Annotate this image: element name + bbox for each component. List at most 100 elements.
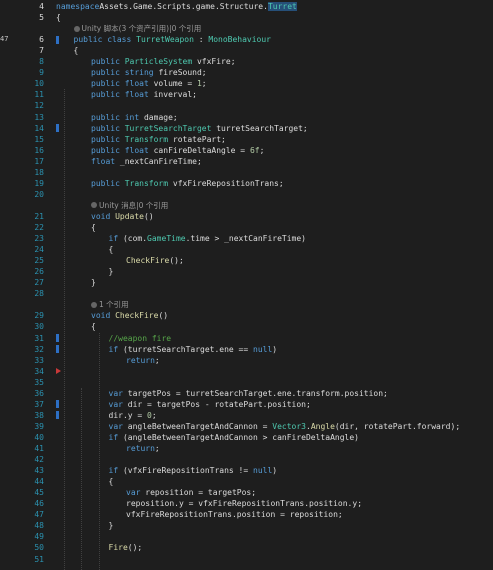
line-number: 40 [26,432,44,443]
code-line: return; [126,355,160,366]
code-line: public float volume = 1; [91,78,207,89]
code-token: if [109,345,119,354]
code-line: return; [126,443,160,454]
line-number: 19 [26,178,44,189]
code-token: //weapon fire [109,334,172,343]
line-number [26,299,44,310]
code-token: GameTime [147,234,186,243]
code-token: ) [272,466,277,475]
line-number-extra: 47 [0,34,12,45]
code-token: dir.y = [109,411,148,420]
code-token: volume = [149,79,197,88]
code-token: reposition = targetPos; [140,488,256,497]
code-token: canFireDeltaAngle = [149,146,250,155]
code-line: if (com.GameTime.time > _nextCanFireTime… [109,233,307,244]
code-line: } [91,277,96,288]
code-token: var [109,400,123,409]
line-number: 7 [26,45,44,56]
code-line: { [109,476,114,487]
line-number: 49 [26,531,44,542]
line-number: 25 [26,255,44,266]
code-token: ; [202,79,207,88]
code-token: public float [91,90,149,99]
codelens-hint[interactable]: 1 个引用 [91,299,129,310]
code-token: public string [91,68,154,77]
code-line: public float canFireDeltaAngle = 6f; [91,145,264,156]
code-line: if (angleBetweenTargetAndCannon > canFir… [109,432,359,443]
code-token: { [109,477,114,486]
code-token: Angle [311,422,335,431]
line-number: 18 [26,167,44,178]
code-line: CheckFire(); [126,255,184,266]
line-number: 35 [26,377,44,388]
code-token: .time > _nextCanFireTime) [186,234,306,243]
code-token: float [91,157,115,166]
codelens-text[interactable]: 1 个引用 [99,300,129,309]
code-line: } [109,266,114,277]
code-token: public float [91,146,149,155]
code-line: Fire(); [109,542,143,553]
line-number-gutter[interactable]: 4564778910111213141516171819202122232425… [12,0,50,569]
code-token: vfxFireRepositionTrans.position = reposi… [126,510,343,519]
code-token: { [56,13,61,22]
code-token: public class [74,35,137,44]
line-number: 21 [26,211,44,222]
code-token: vfxFire; [192,57,235,66]
code-line: { [91,222,96,233]
codelens-text[interactable]: Unity 脚本(3 个资产引用)|0 个引用 [82,24,202,33]
line-number: 11 [26,89,44,100]
codelens-hint[interactable]: Unity 消息|0 个引用 [91,200,168,211]
unity-icon [74,26,80,32]
code-token: namespace [56,2,99,11]
code-line: vfxFireRepositionTrans.position = reposi… [126,509,343,520]
line-number: 46 [26,498,44,509]
code-token: angleBetweenTargetAndCannon = [123,422,272,431]
line-number: 6 [26,34,44,45]
code-token: targetPos = turretSearchTarget.ene.trans… [123,389,388,398]
line-number: 26 [26,266,44,277]
code-token: ; [152,411,157,420]
code-token: { [109,245,114,254]
line-number: 39 [26,421,44,432]
code-token: ) [272,345,277,354]
code-token: Vector3 [272,422,306,431]
code-line: var dir = targetPos - rotatePart.positio… [109,399,311,410]
code-line: if (vfxFireRepositionTrans != null) [109,465,278,476]
code-area[interactable]: namespaceAssets.Game.Scripts.game.Struct… [56,0,493,569]
line-number: 12 [26,100,44,111]
code-token: Update [115,212,144,221]
code-token: { [91,223,96,232]
code-line: namespaceAssets.Game.Scripts.game.Struct… [56,1,297,12]
code-line: public class TurretWeapon : MonoBehaviou… [74,34,272,45]
code-token: inverval; [149,90,197,99]
code-line: { [74,45,79,56]
codelens-hint[interactable]: Unity 脚本(3 个资产引用)|0 个引用 [74,23,202,34]
line-number [26,23,44,34]
code-line: public Transform rotatePart; [91,134,226,145]
code-token: void [91,311,115,320]
code-token: void [91,212,115,221]
code-token: (vfxFireRepositionTrans != [118,466,253,475]
code-token: public [91,124,125,133]
code-line: if (turretSearchTarget.ene == null) [109,344,278,355]
code-token: Turret [268,2,297,11]
code-token: ; [155,356,160,365]
line-number: 44 [26,476,44,487]
code-token: Fire [109,543,128,552]
codelens-text[interactable]: Unity 消息|0 个引用 [99,201,168,210]
line-number: 23 [26,233,44,244]
code-editor[interactable]: 4564778910111213141516171819202122232425… [0,0,493,569]
line-number: 28 [26,288,44,299]
code-line: float _nextCanFireTime; [91,156,202,167]
line-number: 17 [26,156,44,167]
code-token: null [253,466,272,475]
line-number [26,200,44,211]
code-token: public [91,135,125,144]
line-number: 13 [26,112,44,123]
code-token: Transform [125,135,168,144]
line-number: 15 [26,134,44,145]
code-line: var reposition = targetPos; [126,487,256,498]
line-number: 14 [26,123,44,134]
line-number: 30 [26,321,44,332]
line-number: 29 [26,310,44,321]
